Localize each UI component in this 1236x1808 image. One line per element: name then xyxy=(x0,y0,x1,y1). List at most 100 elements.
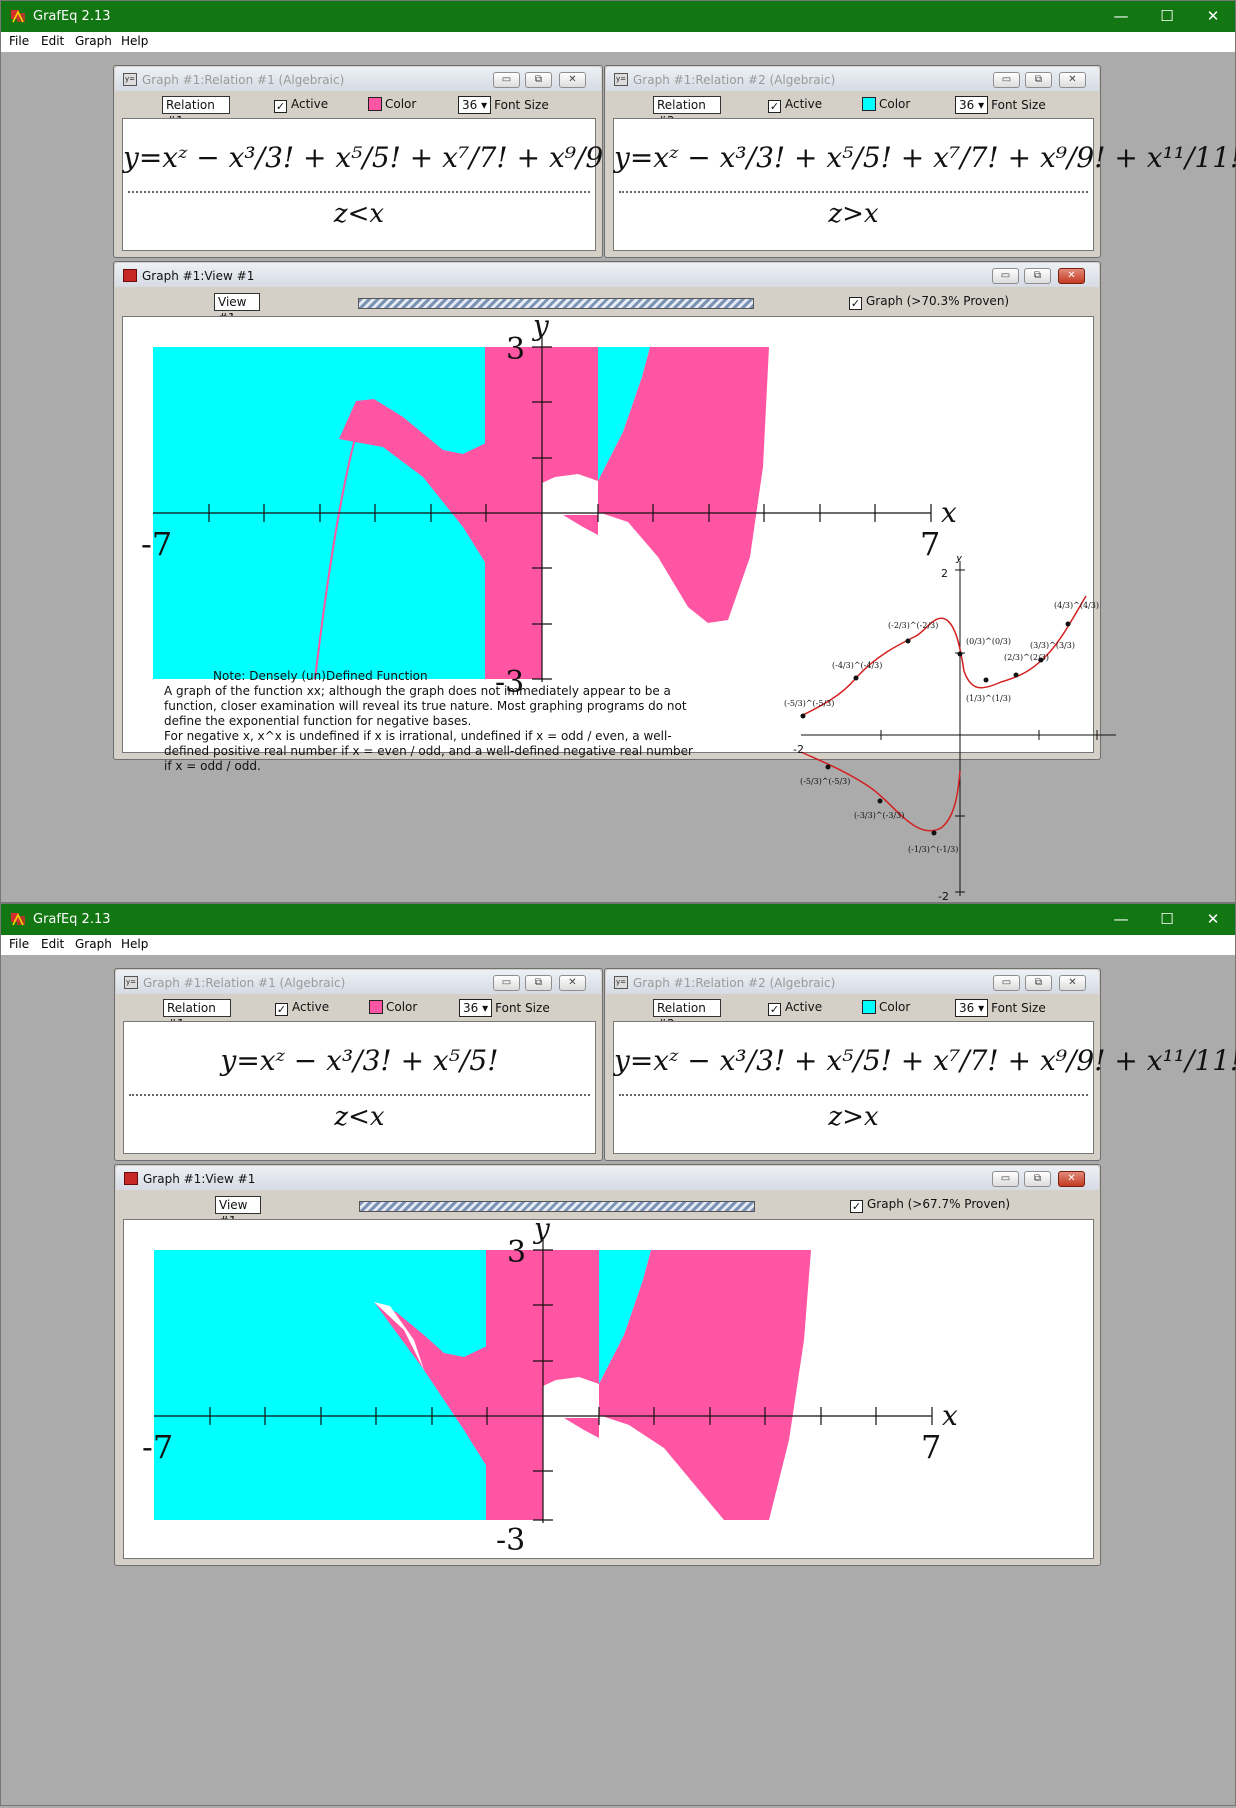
close-button[interactable]: ✕ xyxy=(1193,5,1233,27)
minimize-button[interactable]: ▭ xyxy=(493,975,520,991)
color-picker[interactable]: Color xyxy=(862,1000,910,1014)
equation-icon: y= xyxy=(614,73,628,86)
relation1-window-title: Graph #1:Relation #1 (Algebraic) xyxy=(143,976,346,990)
relation-name-field[interactable]: Relation #1 xyxy=(163,999,231,1031)
inset-x-min: -2 xyxy=(793,743,804,756)
close-button[interactable]: ✕ xyxy=(1058,268,1085,284)
menu-file[interactable]: File xyxy=(9,34,29,48)
y-max-label: 3 xyxy=(506,332,525,367)
font-size-select[interactable]: 36 ▾ Font Size xyxy=(955,999,1046,1017)
condition-text[interactable]: z>x xyxy=(614,199,1093,229)
close-button[interactable]: ✕ xyxy=(1058,1171,1085,1187)
relation1-titlebar[interactable]: y= Graph #1:Relation #1 (Algebraic) ▭ ⧉ … xyxy=(115,67,601,91)
font-size-select[interactable]: 36 ▾ Font Size xyxy=(955,96,1046,114)
menu-help[interactable]: Help xyxy=(121,937,148,951)
menu-edit[interactable]: Edit xyxy=(41,34,64,48)
relation2-window[interactable]: y= Graph #1:Relation #2 (Algebraic) ▭ ⧉ … xyxy=(604,65,1236,258)
equation-editor[interactable]: y=xᶻ − x³/3! + x⁵/5! + x⁷/7! + x⁹/9! + x… xyxy=(613,1021,1236,1154)
view-name-field[interactable]: View #1 xyxy=(214,293,260,325)
graph-canvas[interactable]: x y -7 7 3 -3 xyxy=(123,1212,1094,1559)
checkmark-icon: ✓ xyxy=(768,100,781,113)
equation-editor[interactable]: y=xᶻ − x³/3! + x⁵/5! z<x xyxy=(123,1021,596,1154)
view-window[interactable]: Graph #1:View #1 ▭ ⧉ ✕ View #1 ✓Graph (>… xyxy=(114,1164,1101,1566)
note-paragraph: For negative x, x^x is undefined if x is… xyxy=(164,729,693,773)
graph-plot[interactable]: x y -7 7 3 -3 xyxy=(124,1212,1093,1558)
restore-button[interactable]: ⧉ xyxy=(525,975,552,991)
relation1-titlebar[interactable]: y= Graph #1:Relation #1 (Algebraic) ▭ ⧉ … xyxy=(116,970,601,994)
minimize-button[interactable]: ▭ xyxy=(493,72,520,88)
close-button[interactable]: ✕ xyxy=(559,975,586,991)
svg-text:(-3/3)^(-3/3): (-3/3)^(-3/3) xyxy=(854,811,904,820)
minimize-button[interactable]: ▭ xyxy=(993,72,1020,88)
active-checkbox[interactable]: ✓ Active xyxy=(274,97,328,113)
graph-checkbox[interactable]: ✓ Graph (>67.7% Proven) xyxy=(850,1197,1010,1213)
x-min-label: -7 xyxy=(141,525,172,563)
app-title: GrafEq 2.13 xyxy=(33,912,111,927)
relation2-titlebar[interactable]: y= Graph #1:Relation #2 (Algebraic) ▭ ⧉ … xyxy=(606,970,1099,994)
maximize-button[interactable]: ☐ xyxy=(1147,908,1187,930)
view-titlebar[interactable]: Graph #1:View #1 ▭ ⧉ ✕ xyxy=(116,1166,1099,1190)
active-checkbox[interactable]: ✓ Active xyxy=(275,1000,329,1016)
relation1-window[interactable]: y= Graph #1:Relation #1 (Algebraic) ▭ ⧉ … xyxy=(114,968,603,1161)
active-checkbox[interactable]: ✓ Active xyxy=(768,1000,822,1016)
condition-text[interactable]: z<x xyxy=(123,199,595,229)
relation-name-field[interactable]: Relation #2 xyxy=(653,999,721,1031)
relation2-window[interactable]: y= Graph #1:Relation #2 (Algebraic) ▭ ⧉ … xyxy=(604,968,1236,1161)
relation-name-field[interactable]: Relation #1 xyxy=(162,96,230,128)
font-size-select[interactable]: 36 ▾ Font Size xyxy=(458,96,549,114)
relation-name-field[interactable]: Relation #2 xyxy=(653,96,721,128)
equation-text[interactable]: y=xᶻ − x³/3! + x⁵/5! + x⁷/7! + x⁹/9! + x… xyxy=(614,141,1236,174)
menu-bar: File Edit Graph Help xyxy=(1,935,1235,955)
svg-text:(-4/3)^(-4/3): (-4/3)^(-4/3) xyxy=(832,661,882,670)
relation2-window-title: Graph #1:Relation #2 (Algebraic) xyxy=(633,976,836,990)
restore-button[interactable]: ⧉ xyxy=(1025,72,1052,88)
equation-editor[interactable]: y=xᶻ − x³/3! + x⁵/5! + x⁷/7! + x⁹/9! + x… xyxy=(613,118,1236,251)
graph-checkbox[interactable]: ✓ Graph (>70.3% Proven) xyxy=(849,294,1009,310)
color-picker[interactable]: Color xyxy=(862,97,910,111)
equation-text[interactable]: y=xᶻ − x³/3! + x⁵/5! + x⁷/7! + x⁹/9! + x… xyxy=(123,141,1022,174)
restore-button[interactable]: ⧉ xyxy=(1025,975,1052,991)
restore-button[interactable]: ⧉ xyxy=(1024,268,1051,284)
equation-editor[interactable]: y=xᶻ − x³/3! + x⁵/5! + x⁷/7! + x⁹/9! + x… xyxy=(122,118,1022,251)
relation1-window[interactable]: y= Graph #1:Relation #1 (Algebraic) ▭ ⧉ … xyxy=(113,65,1022,258)
view-titlebar[interactable]: Graph #1:View #1 ▭ ⧉ ✕ xyxy=(115,263,1099,287)
menu-help[interactable]: Help xyxy=(121,34,148,48)
close-button[interactable]: ✕ xyxy=(1059,72,1086,88)
condition-text[interactable]: z<x xyxy=(124,1102,595,1132)
color-swatch xyxy=(862,1000,876,1014)
maximize-button[interactable]: ☐ xyxy=(1147,5,1187,27)
inset-ticks xyxy=(880,569,1098,893)
close-button[interactable]: ✕ xyxy=(1193,908,1233,930)
menu-file[interactable]: File xyxy=(9,937,29,951)
inset-y-max: 2 xyxy=(941,567,948,580)
minimize-button[interactable]: ▭ xyxy=(993,975,1020,991)
restore-button[interactable]: ⧉ xyxy=(1024,1171,1051,1187)
color-picker[interactable]: Color xyxy=(368,97,416,111)
menu-bar: File Edit Graph Help xyxy=(1,32,1235,52)
restore-button[interactable]: ⧉ xyxy=(525,72,552,88)
equation-icon: y= xyxy=(614,976,628,989)
title-bar[interactable]: GrafEq 2.13 — ☐ ✕ xyxy=(1,1,1235,32)
minimize-button[interactable]: — xyxy=(1101,5,1141,27)
menu-graph[interactable]: Graph xyxy=(75,34,112,48)
equation-text[interactable]: y=xᶻ − x³/3! + x⁵/5! + x⁷/7! + x⁹/9! + x… xyxy=(614,1044,1236,1077)
condition-text[interactable]: z>x xyxy=(614,1102,1093,1132)
font-size-select[interactable]: 36 ▾ Font Size xyxy=(459,999,550,1017)
minimize-button[interactable]: — xyxy=(1101,908,1141,930)
menu-graph[interactable]: Graph xyxy=(75,937,112,951)
menu-edit[interactable]: Edit xyxy=(41,937,64,951)
svg-text:(-5/3)^(-5/3): (-5/3)^(-5/3) xyxy=(784,699,834,708)
minimize-button[interactable]: ▭ xyxy=(992,1171,1019,1187)
active-checkbox[interactable]: ✓ Active xyxy=(768,97,822,113)
equation-text[interactable]: y=xᶻ − x³/3! + x⁵/5! xyxy=(124,1044,595,1077)
app-window-2: GrafEq 2.13 — ☐ ✕ File Edit Graph Help y… xyxy=(0,903,1236,1806)
view-name-field[interactable]: View #1 xyxy=(215,1196,261,1228)
minimize-button[interactable]: ▭ xyxy=(992,268,1019,284)
separator xyxy=(128,191,590,193)
checkmark-icon: ✓ xyxy=(768,1003,781,1016)
close-button[interactable]: ✕ xyxy=(1059,975,1086,991)
close-button[interactable]: ✕ xyxy=(559,72,586,88)
relation2-titlebar[interactable]: y= Graph #1:Relation #2 (Algebraic) ▭ ⧉ … xyxy=(606,67,1099,91)
color-picker[interactable]: Color xyxy=(369,1000,417,1014)
title-bar[interactable]: GrafEq 2.13 — ☐ ✕ xyxy=(1,904,1235,935)
